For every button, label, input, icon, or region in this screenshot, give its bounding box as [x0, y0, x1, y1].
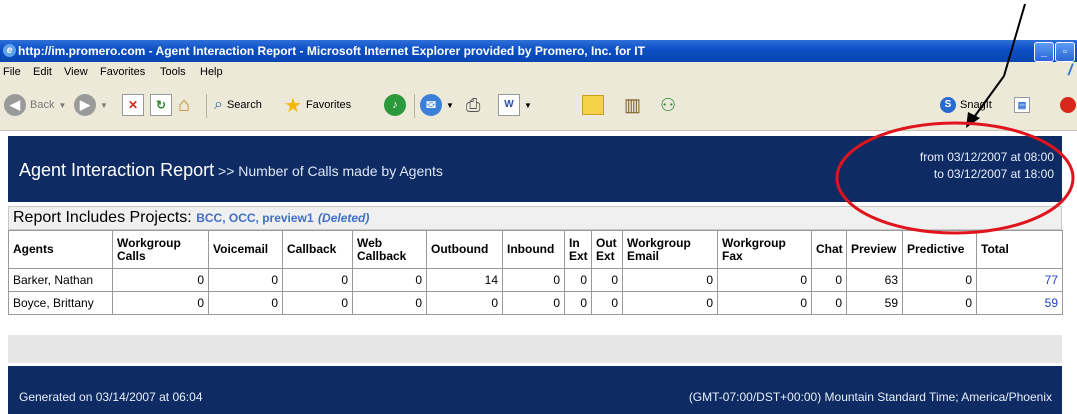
annotation-arrowhead [966, 112, 980, 128]
annotation-arrow-line [1003, 3, 1026, 77]
annotation-arrow-shaft [971, 75, 1005, 121]
annotation-overlay [835, 3, 1075, 235]
annotation-ellipse [835, 121, 1075, 235]
